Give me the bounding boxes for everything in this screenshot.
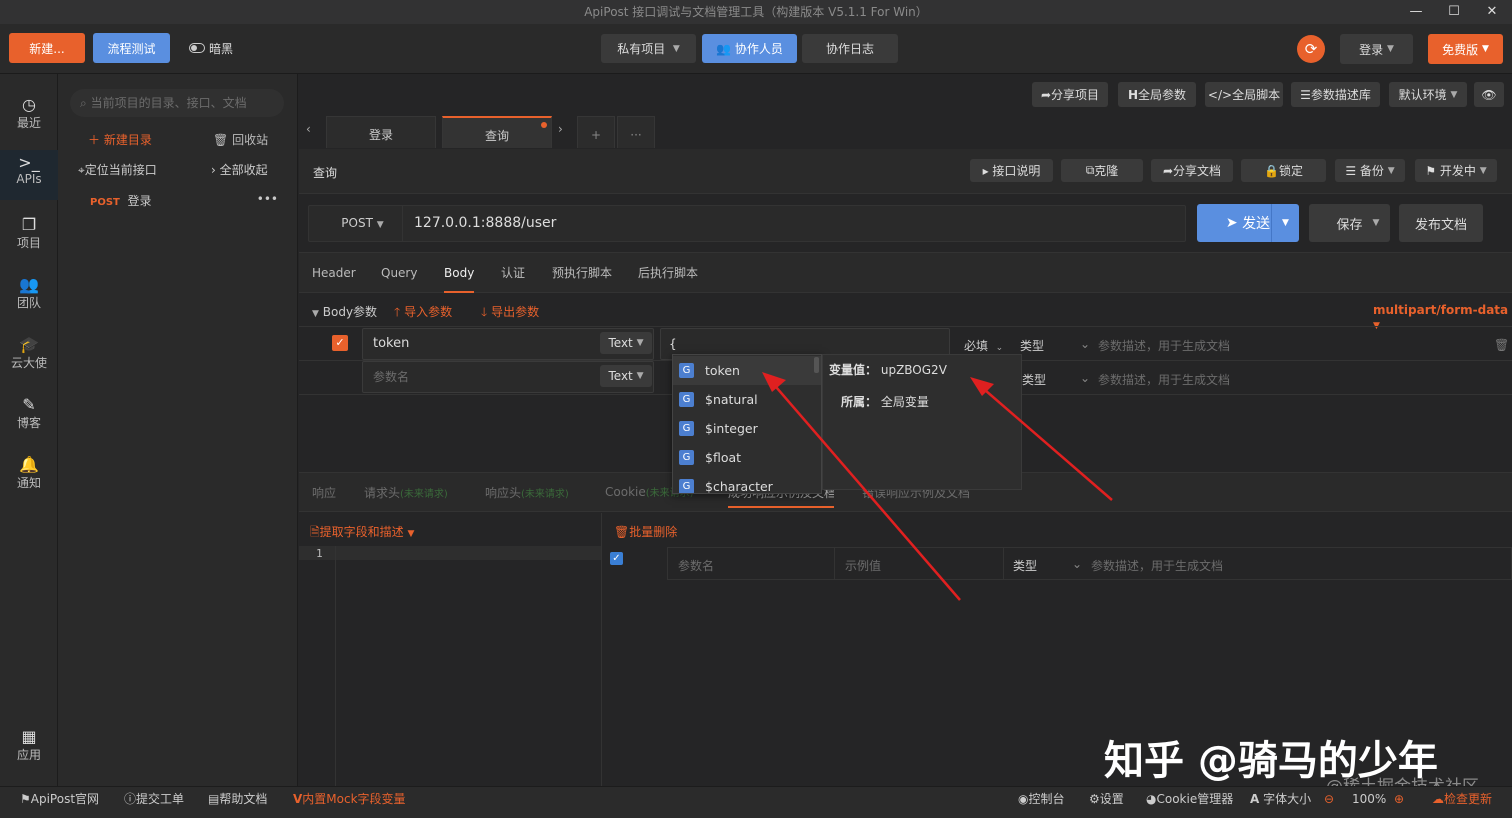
settings-button[interactable]: ⚙设置 <box>1089 787 1124 818</box>
v-icon: V <box>293 792 303 806</box>
console-label: 控制台 <box>1028 792 1065 806</box>
check-update-button[interactable]: ☁检查更新 <box>1432 787 1492 818</box>
settings-label: 设置 <box>1099 792 1124 806</box>
console-button[interactable]: ◉控制台 <box>1018 787 1065 818</box>
annotation-arrow <box>769 379 961 601</box>
help-circle-icon: ⓘ <box>124 792 137 806</box>
help-docs-link[interactable]: ▤帮助文档 <box>208 787 267 818</box>
ticket-label: 提交工单 <box>136 792 185 806</box>
annotation-arrow <box>977 383 1113 501</box>
submit-ticket-link[interactable]: ⓘ提交工单 <box>124 787 184 818</box>
font-size-button[interactable]: A 字体大小 <box>1250 787 1311 818</box>
console-icon: ◉ <box>1018 792 1029 806</box>
cookie-icon: ◕ <box>1146 792 1157 806</box>
gear-icon: ⚙ <box>1089 792 1100 806</box>
arrowhead <box>762 372 786 392</box>
mock-label: 内置Mock字段变量 <box>302 792 406 806</box>
official-site-label: ApiPost官网 <box>30 792 100 806</box>
mock-vars-link[interactable]: V内置Mock字段变量 <box>293 787 406 818</box>
cookie-manager-label: Cookie管理器 <box>1156 792 1234 806</box>
font-size-label: 字体大小 <box>1263 792 1312 806</box>
font-icon: A <box>1250 792 1260 806</box>
book-icon: ▤ <box>208 792 220 806</box>
zoom-in-icon[interactable]: ⊕ <box>1394 787 1404 818</box>
update-label: 检查更新 <box>1444 792 1493 806</box>
cloud-icon: ☁ <box>1432 792 1444 806</box>
official-site-link[interactable]: ⚑ApiPost官网 <box>20 787 99 818</box>
logo-icon: ⚑ <box>20 792 31 806</box>
zoom-level: 100% <box>1352 792 1387 806</box>
status-bar: ⚑ApiPost官网 ⓘ提交工单 ▤帮助文档 V内置Mock字段变量 ◉控制台 … <box>0 786 1512 818</box>
cookie-manager-button[interactable]: ◕Cookie管理器 <box>1146 787 1233 818</box>
zoom-out-icon[interactable]: ⊖ <box>1324 787 1334 818</box>
annotation-arrows <box>762 372 1113 601</box>
help-label: 帮助文档 <box>219 792 268 806</box>
